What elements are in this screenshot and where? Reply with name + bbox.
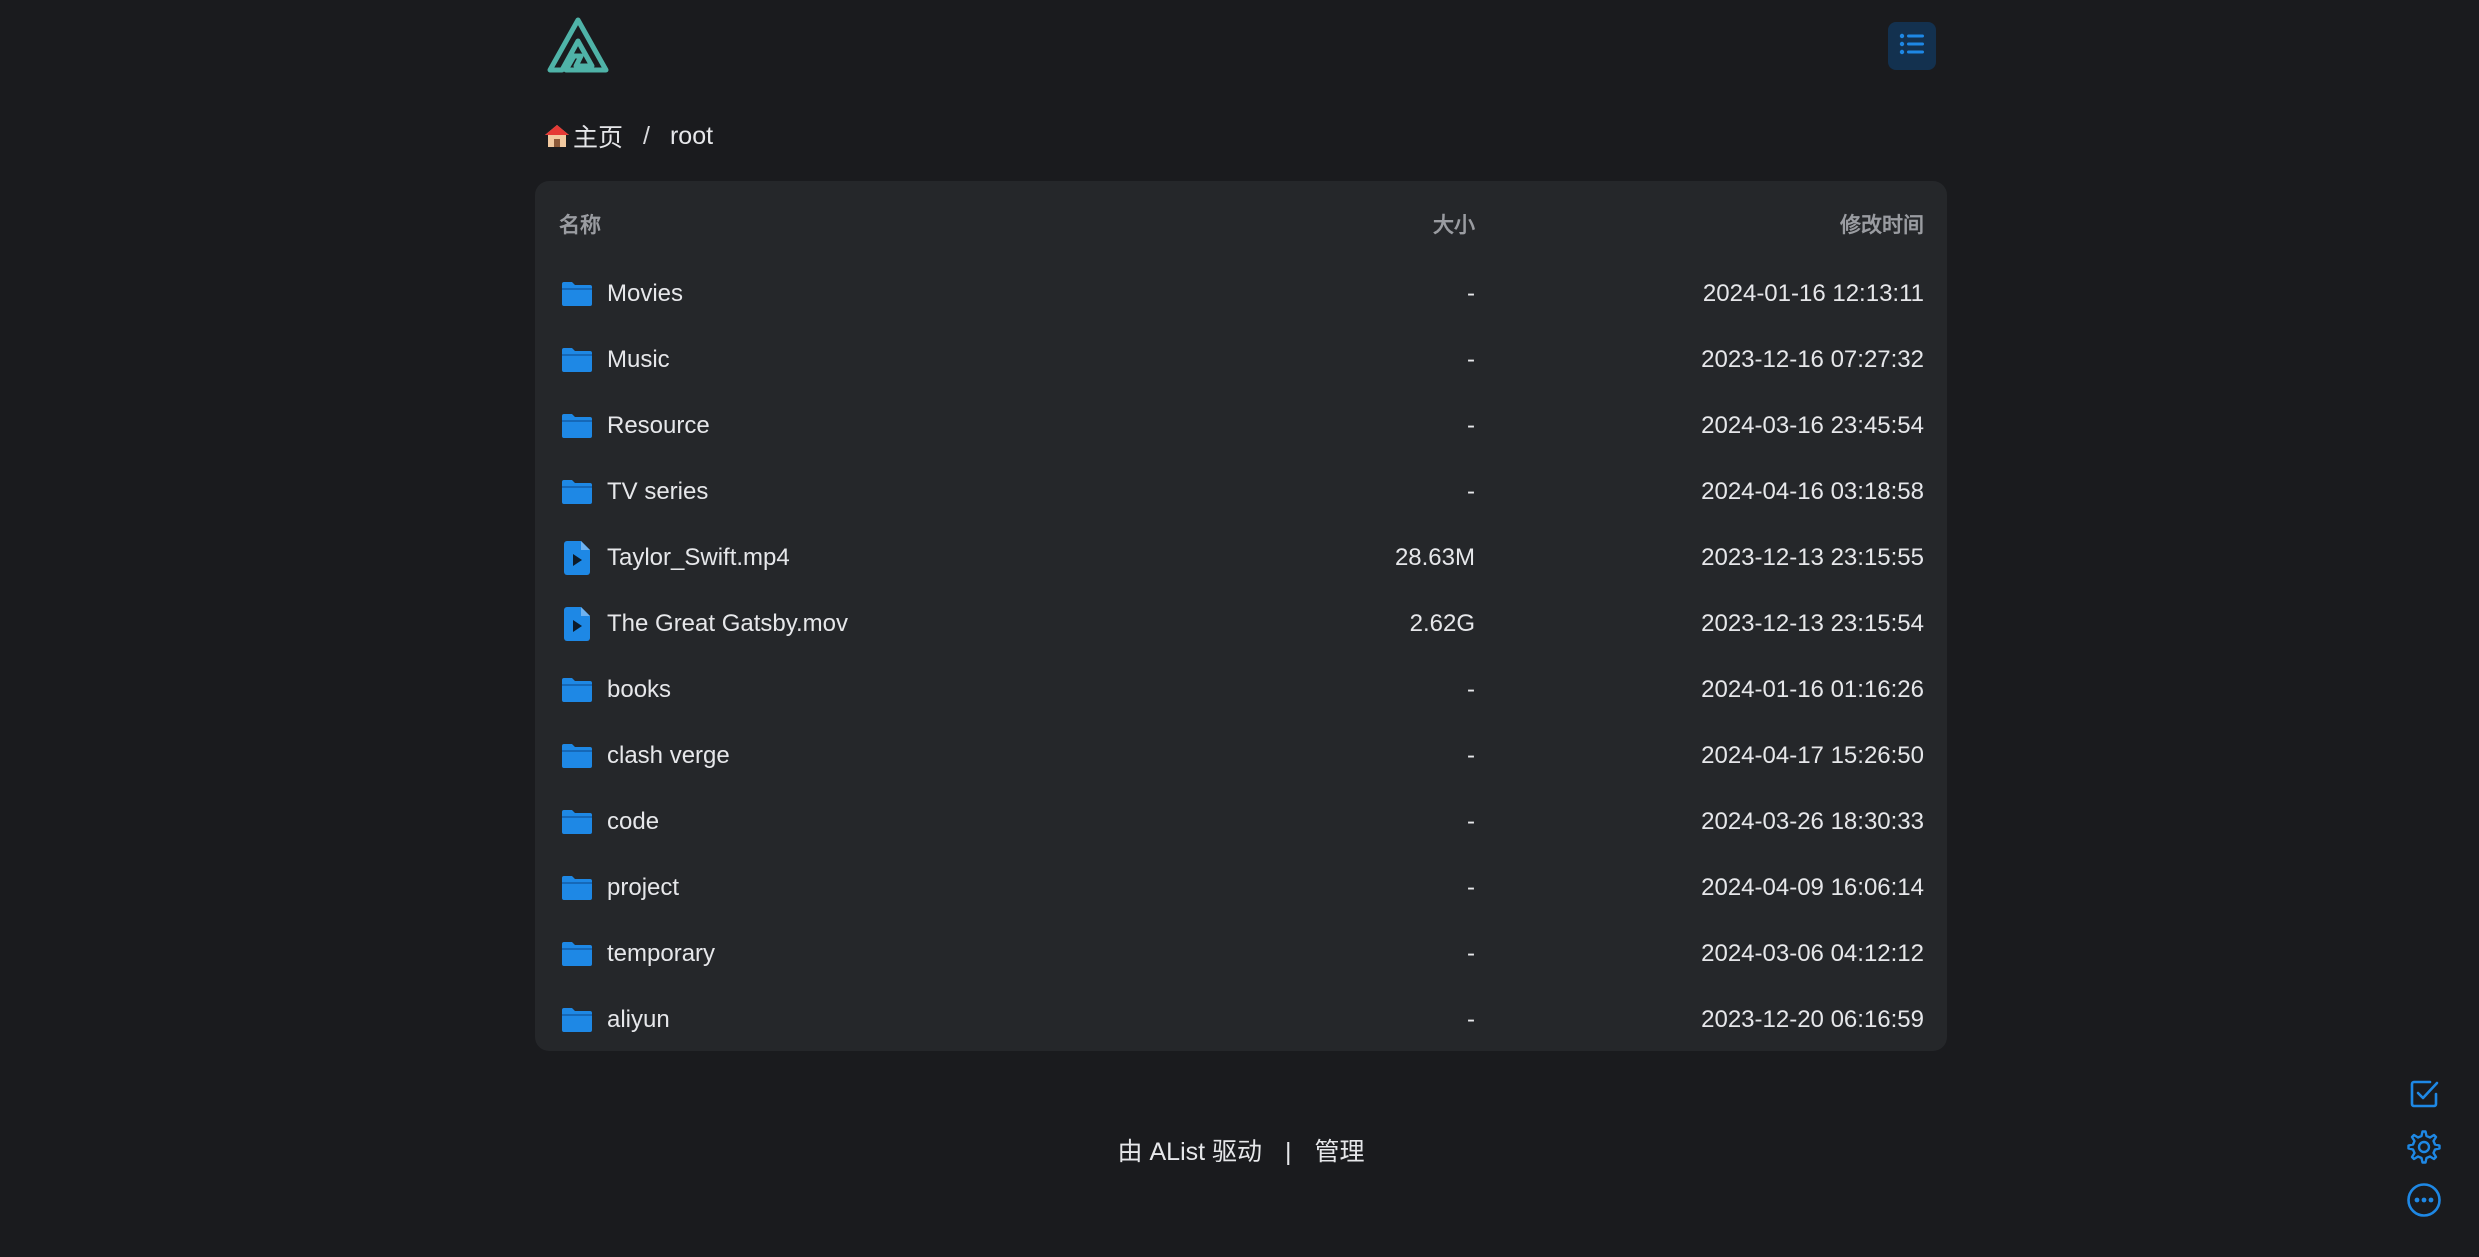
- file-name: Resource: [607, 412, 710, 439]
- alist-logo-icon[interactable]: [546, 16, 610, 74]
- file-modified: 2023-12-20 06:16:59: [1701, 1006, 1924, 1033]
- file-modified: 2024-03-16 23:45:54: [1701, 412, 1924, 439]
- floating-toolbar: [2404, 1076, 2444, 1235]
- list-view-toggle-button[interactable]: [1888, 22, 1936, 70]
- select-mode-button[interactable]: [2404, 1076, 2444, 1116]
- more-button[interactable]: [2404, 1182, 2444, 1222]
- file-size: -: [1467, 874, 1475, 901]
- file-row[interactable]: temporary - 2024-03-06 04:12:12: [535, 921, 1947, 987]
- file-size: -: [1467, 346, 1475, 373]
- file-modified: 2024-01-16 01:16:26: [1701, 676, 1924, 703]
- file-row[interactable]: The Great Gatsby.mov 2.62G 2023-12-13 23:1…: [535, 591, 1947, 657]
- file-name: The Great Gatsby.mov: [607, 610, 848, 637]
- file-row[interactable]: Movies - 2024-01-16 12:13:11: [535, 261, 1947, 327]
- file-modified: 2023-12-13 23:15:55: [1701, 544, 1924, 571]
- file-name: clash verge: [607, 742, 730, 769]
- file-size: -: [1467, 676, 1475, 703]
- file-size: -: [1467, 280, 1475, 307]
- house-icon: [543, 122, 571, 150]
- breadcrumb-home[interactable]: 主页: [543, 118, 623, 154]
- file-row[interactable]: books - 2024-01-16 01:16:26: [535, 657, 1947, 723]
- breadcrumb-home-label: 主页: [573, 124, 624, 152]
- file-size: -: [1467, 808, 1475, 835]
- file-size: -: [1467, 940, 1475, 967]
- video-file-icon: [559, 540, 595, 576]
- file-modified: 2024-04-16 03:18:58: [1701, 478, 1924, 505]
- file-name: aliyun: [607, 1006, 670, 1033]
- powered-by-link[interactable]: 由 AList 驱动: [1118, 1138, 1262, 1166]
- file-name: Music: [607, 346, 670, 373]
- column-header-modified[interactable]: 修改时间: [1840, 209, 1924, 239]
- file-name: Movies: [607, 280, 684, 307]
- file-size: 28.63M: [1394, 544, 1475, 571]
- file-size: -: [1467, 742, 1475, 769]
- file-row[interactable]: project - 2024-04-09 16:06:14: [535, 855, 1947, 921]
- folder-icon: [559, 804, 595, 840]
- column-header-name[interactable]: 名称: [559, 209, 601, 239]
- file-size: 2.62G: [1409, 610, 1475, 637]
- page: 主页 / root 名称 大小 修改时间 Movies - 2024-01-16 1…: [0, 0, 2479, 1257]
- folder-icon: [559, 870, 595, 906]
- file-size: -: [1467, 478, 1475, 505]
- file-row[interactable]: code - 2024-03-26 18:30:33: [535, 789, 1947, 855]
- file-size: -: [1467, 412, 1475, 439]
- file-modified: 2023-12-13 23:15:54: [1701, 610, 1924, 637]
- footer-separator: |: [1284, 1138, 1292, 1166]
- gear-icon: [2407, 1129, 2441, 1169]
- file-row[interactable]: Resource - 2024-03-16 23:45:54: [535, 393, 1947, 459]
- folder-icon: [559, 738, 595, 774]
- checkbox-icon: [2408, 1078, 2440, 1115]
- file-name: code: [607, 808, 660, 835]
- breadcrumb-current[interactable]: root: [670, 122, 713, 151]
- file-name: temporary: [607, 940, 716, 967]
- folder-icon: [559, 1002, 595, 1038]
- settings-button[interactable]: [2404, 1129, 2444, 1169]
- file-list-header: 名称 大小 修改时间: [535, 181, 1947, 261]
- folder-icon: [559, 474, 595, 510]
- folder-icon: [559, 408, 595, 444]
- file-modified: 2023-12-16 07:27:32: [1701, 346, 1924, 373]
- file-row[interactable]: clash verge - 2024-04-17 15:26:50: [535, 723, 1947, 789]
- column-header-size[interactable]: 大小: [1433, 209, 1475, 239]
- file-row[interactable]: Music - 2023-12-16 07:27:32: [535, 327, 1947, 393]
- folder-icon: [559, 276, 595, 312]
- file-modified: 2024-04-17 15:26:50: [1701, 742, 1924, 769]
- file-modified: 2024-01-16 12:13:11: [1702, 280, 1924, 307]
- folder-icon: [559, 672, 595, 708]
- breadcrumb-separator: /: [643, 121, 650, 150]
- file-list: 名称 大小 修改时间 Movies - 2024-01-16 12:13:11 Mus…: [535, 181, 1947, 1051]
- manage-link[interactable]: 管理: [1314, 1138, 1364, 1166]
- file-rows: Movies - 2024-01-16 12:13:11 Music - 2023-12-…: [535, 261, 1947, 1053]
- file-name: Taylor_Swift.mp4: [607, 544, 790, 571]
- file-name: project: [607, 874, 680, 901]
- more-icon: [2406, 1182, 2442, 1223]
- file-row[interactable]: aliyun - 2023-12-20 06:16:59: [535, 987, 1947, 1053]
- file-modified: 2024-04-09 16:06:14: [1701, 874, 1924, 901]
- file-modified: 2024-03-26 18:30:33: [1701, 808, 1924, 835]
- folder-icon: [559, 936, 595, 972]
- breadcrumb: 主页 / root: [543, 116, 713, 156]
- footer: 由 AList 驱动 | 管理: [535, 1132, 1947, 1168]
- folder-icon: [559, 342, 595, 378]
- file-modified: 2024-03-06 04:12:12: [1701, 940, 1924, 967]
- file-name: TV series: [607, 478, 709, 505]
- list-view-icon: [1899, 33, 1925, 60]
- file-row[interactable]: Taylor_Swift.mp4 28.63M 2023-12-13 23:15:5…: [535, 525, 1947, 591]
- video-file-icon: [559, 606, 595, 642]
- file-name: books: [607, 676, 672, 703]
- file-row[interactable]: TV series - 2024-04-16 03:18:58: [535, 459, 1947, 525]
- file-size: -: [1467, 1006, 1475, 1033]
